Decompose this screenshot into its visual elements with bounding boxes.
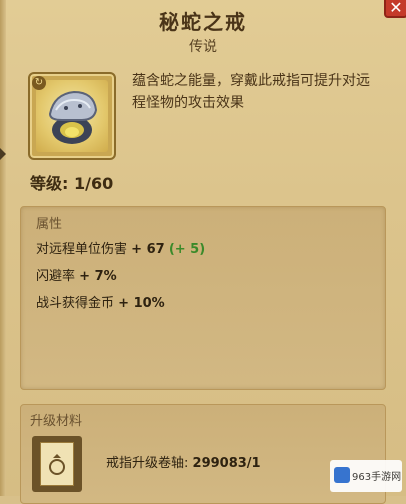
material-count: 299083/1 bbox=[192, 456, 261, 471]
attribute-value: + 7% bbox=[79, 269, 117, 284]
item-icon-background bbox=[36, 80, 108, 152]
attribute-label: 战斗获得金币 bbox=[36, 296, 115, 311]
collapse-arrow-icon[interactable] bbox=[0, 148, 6, 160]
attribute-value: + 10% bbox=[118, 296, 165, 311]
scroll-paper bbox=[40, 442, 74, 486]
site-watermark: 963手游网 bbox=[330, 460, 402, 492]
attribute-row-dodge: 闪避率 + 7% bbox=[36, 265, 117, 284]
materials-title: 升级材料 bbox=[30, 414, 83, 429]
serpent-ring-icon bbox=[48, 90, 98, 144]
item-rarity: 传说 bbox=[189, 39, 217, 55]
attribute-label: 闪避率 bbox=[36, 269, 76, 284]
attribute-value: + 67 bbox=[131, 242, 165, 257]
attribute-bonus: (+ 5) bbox=[168, 242, 206, 257]
attribute-row-ranged-damage: 对远程单位伤害 + 67 (+ 5) bbox=[36, 238, 205, 257]
item-title: 秘蛇之戒 bbox=[159, 10, 247, 34]
material-requirement: 戒指升级卷轴: 299083/1 bbox=[106, 452, 261, 471]
scroll-icon[interactable] bbox=[32, 436, 82, 492]
item-detail-panel: ✕ 秘蛇之戒 传说 ↻ 蕴含蛇之能量，穿戴此戒指可提升对远程怪物的攻击效果 等级… bbox=[0, 0, 406, 504]
watermark-text: 963手游网 bbox=[352, 472, 402, 483]
refresh-icon: ↻ bbox=[32, 76, 46, 90]
material-name: 戒指升级卷轴: bbox=[106, 456, 189, 471]
attribute-row-gold: 战斗获得金币 + 10% bbox=[36, 292, 165, 311]
site-logo-icon bbox=[334, 467, 350, 483]
attributes-title: 属性 bbox=[36, 217, 63, 232]
panel-edge bbox=[0, 0, 6, 496]
ring-emblem-icon bbox=[49, 454, 65, 475]
attribute-label: 对远程单位伤害 bbox=[36, 242, 128, 257]
item-level: 等级: 1/60 bbox=[30, 174, 114, 193]
item-description: 蕴含蛇之能量，穿戴此戒指可提升对远程怪物的攻击效果 bbox=[132, 73, 370, 111]
item-icon-frame[interactable]: ↻ bbox=[28, 72, 116, 160]
